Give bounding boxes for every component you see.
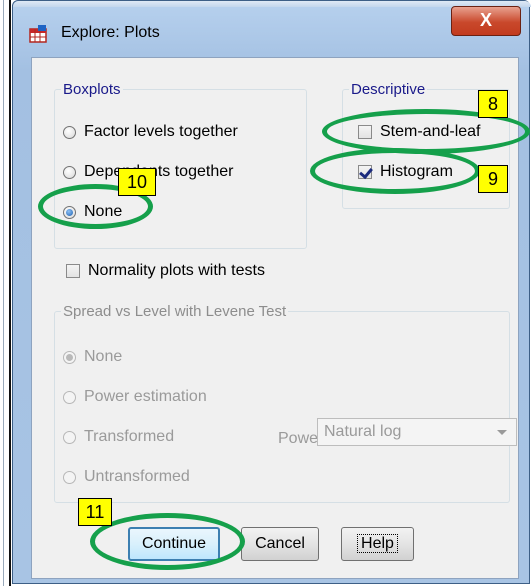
annotation-tag-10: 10 <box>118 168 156 196</box>
boxplots-legend: Boxplots <box>63 81 121 98</box>
annotation-tag-11: 11 <box>78 498 112 526</box>
spread-vs-level-legend: Spread vs Level with Levene Test <box>63 303 287 320</box>
radio-indicator[interactable] <box>63 390 76 404</box>
radio-indicator[interactable] <box>63 430 76 444</box>
annotation-oval-histogram <box>310 148 480 194</box>
radio-spread-none[interactable]: None <box>63 348 122 366</box>
radio-label: None <box>84 348 123 365</box>
chevron-down-icon[interactable] <box>497 430 507 435</box>
window-title: Explore: Plots <box>61 24 160 41</box>
help-button-label: Help <box>357 534 398 553</box>
radio-transformed[interactable]: Transformed <box>63 428 174 446</box>
cancel-button[interactable]: Cancel <box>241 527 319 561</box>
radio-indicator[interactable] <box>63 125 76 139</box>
radio-indicator[interactable] <box>63 165 76 179</box>
radio-factor-levels-together[interactable]: Factor levels together <box>63 123 238 141</box>
checkbox-label: Normality plots with tests <box>88 262 265 279</box>
annotation-tag-8: 8 <box>478 90 508 118</box>
radio-untransformed[interactable]: Untransformed <box>63 468 190 486</box>
explore-plots-dialog: Explore: Plots X Boxplots Factor levels … <box>12 0 531 584</box>
background-window-edge <box>0 0 11 586</box>
annotation-tag-9: 9 <box>478 165 508 193</box>
screenshot: Explore: Plots X Boxplots Factor levels … <box>0 0 532 586</box>
help-button[interactable]: Help <box>341 527 414 561</box>
radio-label: Dependents together <box>84 163 234 180</box>
radio-indicator-selected[interactable] <box>63 350 76 364</box>
power-select-value: Natural log <box>324 423 402 440</box>
cancel-button-label: Cancel <box>255 535 305 552</box>
close-button[interactable]: X <box>451 6 521 36</box>
power-select[interactable]: Natural log <box>317 418 517 446</box>
radio-label: Factor levels together <box>84 123 238 140</box>
radio-label: Untransformed <box>84 468 190 485</box>
spss-table-icon <box>29 25 47 43</box>
close-icon: X <box>479 10 492 30</box>
radio-label: Transformed <box>84 428 175 445</box>
checkbox-indicator[interactable] <box>66 264 80 278</box>
checkbox-normality-plots[interactable]: Normality plots with tests <box>66 262 265 280</box>
annotation-oval-continue <box>90 513 245 570</box>
descriptive-legend: Descriptive <box>351 81 426 98</box>
radio-label: Power estimation <box>84 388 207 405</box>
radio-power-estimation[interactable]: Power estimation <box>63 388 207 406</box>
radio-indicator[interactable] <box>63 470 76 484</box>
